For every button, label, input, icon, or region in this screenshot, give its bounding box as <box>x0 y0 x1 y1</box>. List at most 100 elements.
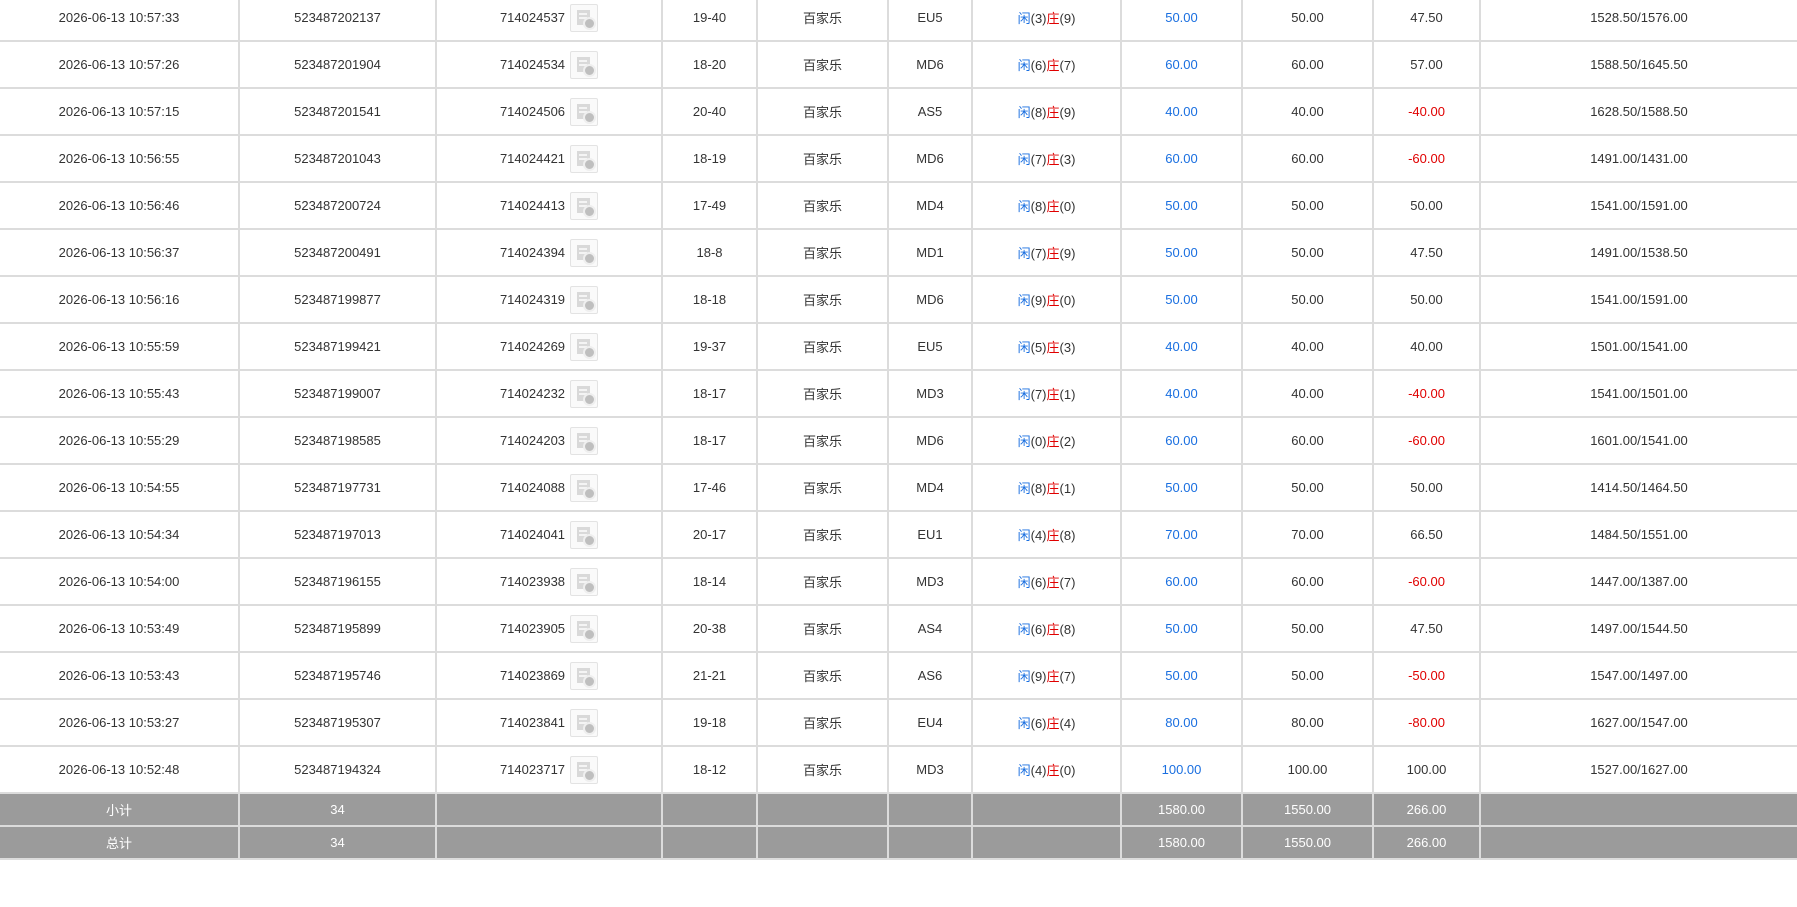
bet-time: 2026-06-13 10:54:55 <box>0 463 240 512</box>
banker-label: 庄 <box>1046 669 1060 684</box>
round-id: 714024413 <box>499 198 566 213</box>
round-id: 714024421 <box>499 151 566 166</box>
game-type: 百家乐 <box>756 322 889 371</box>
valid-bet: 40.00 <box>1241 322 1374 371</box>
win-lose: -60.00 <box>1372 134 1481 183</box>
result-cell: 闲(7)庄(3) <box>971 134 1122 183</box>
banker-score: (0) <box>1059 763 1076 778</box>
player-label: 闲 <box>1017 528 1031 543</box>
balance-change: 1627.00/1547.00 <box>1479 698 1797 747</box>
balance-change: 1491.00/1431.00 <box>1479 134 1797 183</box>
player-score: (4) <box>1030 528 1047 543</box>
bet-records-table: 2026-06-13 10:57:33 523487202137 7140245… <box>0 0 1797 860</box>
subtotal-count: 34 <box>238 792 437 827</box>
video-replay-icon[interactable] <box>570 191 599 220</box>
result-cell: 闲(3)庄(9) <box>971 0 1122 42</box>
bet-amount: 50.00 <box>1120 604 1243 653</box>
win-lose: 50.00 <box>1372 275 1481 324</box>
order-id: 523487202137 <box>238 0 437 42</box>
round-cell: 714024088 <box>435 463 663 512</box>
bet-amount: 70.00 <box>1120 510 1243 559</box>
game-type: 百家乐 <box>756 87 889 136</box>
player-score: (3) <box>1030 11 1047 26</box>
game-type: 百家乐 <box>756 0 889 42</box>
subtotal-row: 小计 34 1580.00 1550.00 266.00 <box>0 792 1797 827</box>
win-lose: 47.50 <box>1372 0 1481 42</box>
round-id: 714024041 <box>499 527 566 542</box>
banker-label: 庄 <box>1046 152 1060 167</box>
shoe-code: EU5 <box>887 322 973 371</box>
balance-change: 1484.50/1551.00 <box>1479 510 1797 559</box>
shoe-code: EU1 <box>887 510 973 559</box>
table-number: 18-8 <box>661 228 758 277</box>
balance-change: 1527.00/1627.00 <box>1479 745 1797 794</box>
bet-time: 2026-06-13 10:54:34 <box>0 510 240 559</box>
round-cell: 714024269 <box>435 322 663 371</box>
round-id: 714023905 <box>499 621 566 636</box>
video-replay-icon[interactable] <box>570 614 599 643</box>
valid-bet: 60.00 <box>1241 134 1374 183</box>
banker-label: 庄 <box>1046 293 1060 308</box>
table-row: 2026-06-13 10:54:55 523487197731 7140240… <box>0 463 1797 512</box>
video-replay-icon[interactable] <box>570 379 599 408</box>
video-replay-icon[interactable] <box>570 3 599 32</box>
game-type: 百家乐 <box>756 510 889 559</box>
total-valid: 1550.00 <box>1241 825 1374 860</box>
round-cell: 714024319 <box>435 275 663 324</box>
player-score: (8) <box>1030 199 1047 214</box>
video-replay-icon[interactable] <box>570 426 599 455</box>
shoe-code: MD3 <box>887 369 973 418</box>
player-label: 闲 <box>1017 387 1031 402</box>
round-id: 714024203 <box>499 433 566 448</box>
win-lose: -40.00 <box>1372 369 1481 418</box>
bet-time: 2026-06-13 10:53:27 <box>0 698 240 747</box>
video-replay-icon[interactable] <box>570 332 599 361</box>
valid-bet: 70.00 <box>1241 510 1374 559</box>
video-replay-icon[interactable] <box>570 285 599 314</box>
game-type: 百家乐 <box>756 275 889 324</box>
video-replay-icon[interactable] <box>570 567 599 596</box>
bet-amount: 50.00 <box>1120 651 1243 700</box>
order-id: 523487200724 <box>238 181 437 230</box>
order-id: 523487196155 <box>238 557 437 606</box>
bet-time: 2026-06-13 10:56:46 <box>0 181 240 230</box>
round-cell: 714023717 <box>435 745 663 794</box>
round-id: 714023869 <box>499 668 566 683</box>
video-replay-icon[interactable] <box>570 708 599 737</box>
video-replay-icon[interactable] <box>570 97 599 126</box>
table-number: 18-12 <box>661 745 758 794</box>
video-replay-icon[interactable] <box>570 661 599 690</box>
round-id: 714023717 <box>499 762 566 777</box>
video-replay-icon[interactable] <box>570 755 599 784</box>
video-replay-icon[interactable] <box>570 50 599 79</box>
shoe-code: MD6 <box>887 40 973 89</box>
game-type: 百家乐 <box>756 651 889 700</box>
player-label: 闲 <box>1017 199 1031 214</box>
player-label: 闲 <box>1017 669 1031 684</box>
round-id: 714024232 <box>499 386 566 401</box>
table-number: 20-38 <box>661 604 758 653</box>
game-type: 百家乐 <box>756 228 889 277</box>
shoe-code: MD3 <box>887 745 973 794</box>
order-id: 523487197013 <box>238 510 437 559</box>
order-id: 523487201904 <box>238 40 437 89</box>
result-cell: 闲(4)庄(0) <box>971 745 1122 794</box>
table-row: 2026-06-13 10:57:33 523487202137 7140245… <box>0 0 1797 42</box>
table-row: 2026-06-13 10:54:00 523487196155 7140239… <box>0 557 1797 606</box>
video-replay-icon[interactable] <box>570 144 599 173</box>
video-replay-icon[interactable] <box>570 473 599 502</box>
video-replay-icon[interactable] <box>570 238 599 267</box>
player-label: 闲 <box>1017 58 1031 73</box>
table-row: 2026-06-13 10:57:26 523487201904 7140245… <box>0 40 1797 89</box>
table-row: 2026-06-13 10:52:48 523487194324 7140237… <box>0 745 1797 794</box>
banker-score: (7) <box>1059 58 1076 73</box>
win-lose: -80.00 <box>1372 698 1481 747</box>
player-label: 闲 <box>1017 152 1031 167</box>
result-cell: 闲(0)庄(2) <box>971 416 1122 465</box>
table-row: 2026-06-13 10:53:49 523487195899 7140239… <box>0 604 1797 653</box>
balance-change: 1447.00/1387.00 <box>1479 557 1797 606</box>
player-score: (0) <box>1030 434 1047 449</box>
video-replay-icon[interactable] <box>570 520 599 549</box>
player-label: 闲 <box>1017 763 1031 778</box>
player-score: (6) <box>1030 58 1047 73</box>
